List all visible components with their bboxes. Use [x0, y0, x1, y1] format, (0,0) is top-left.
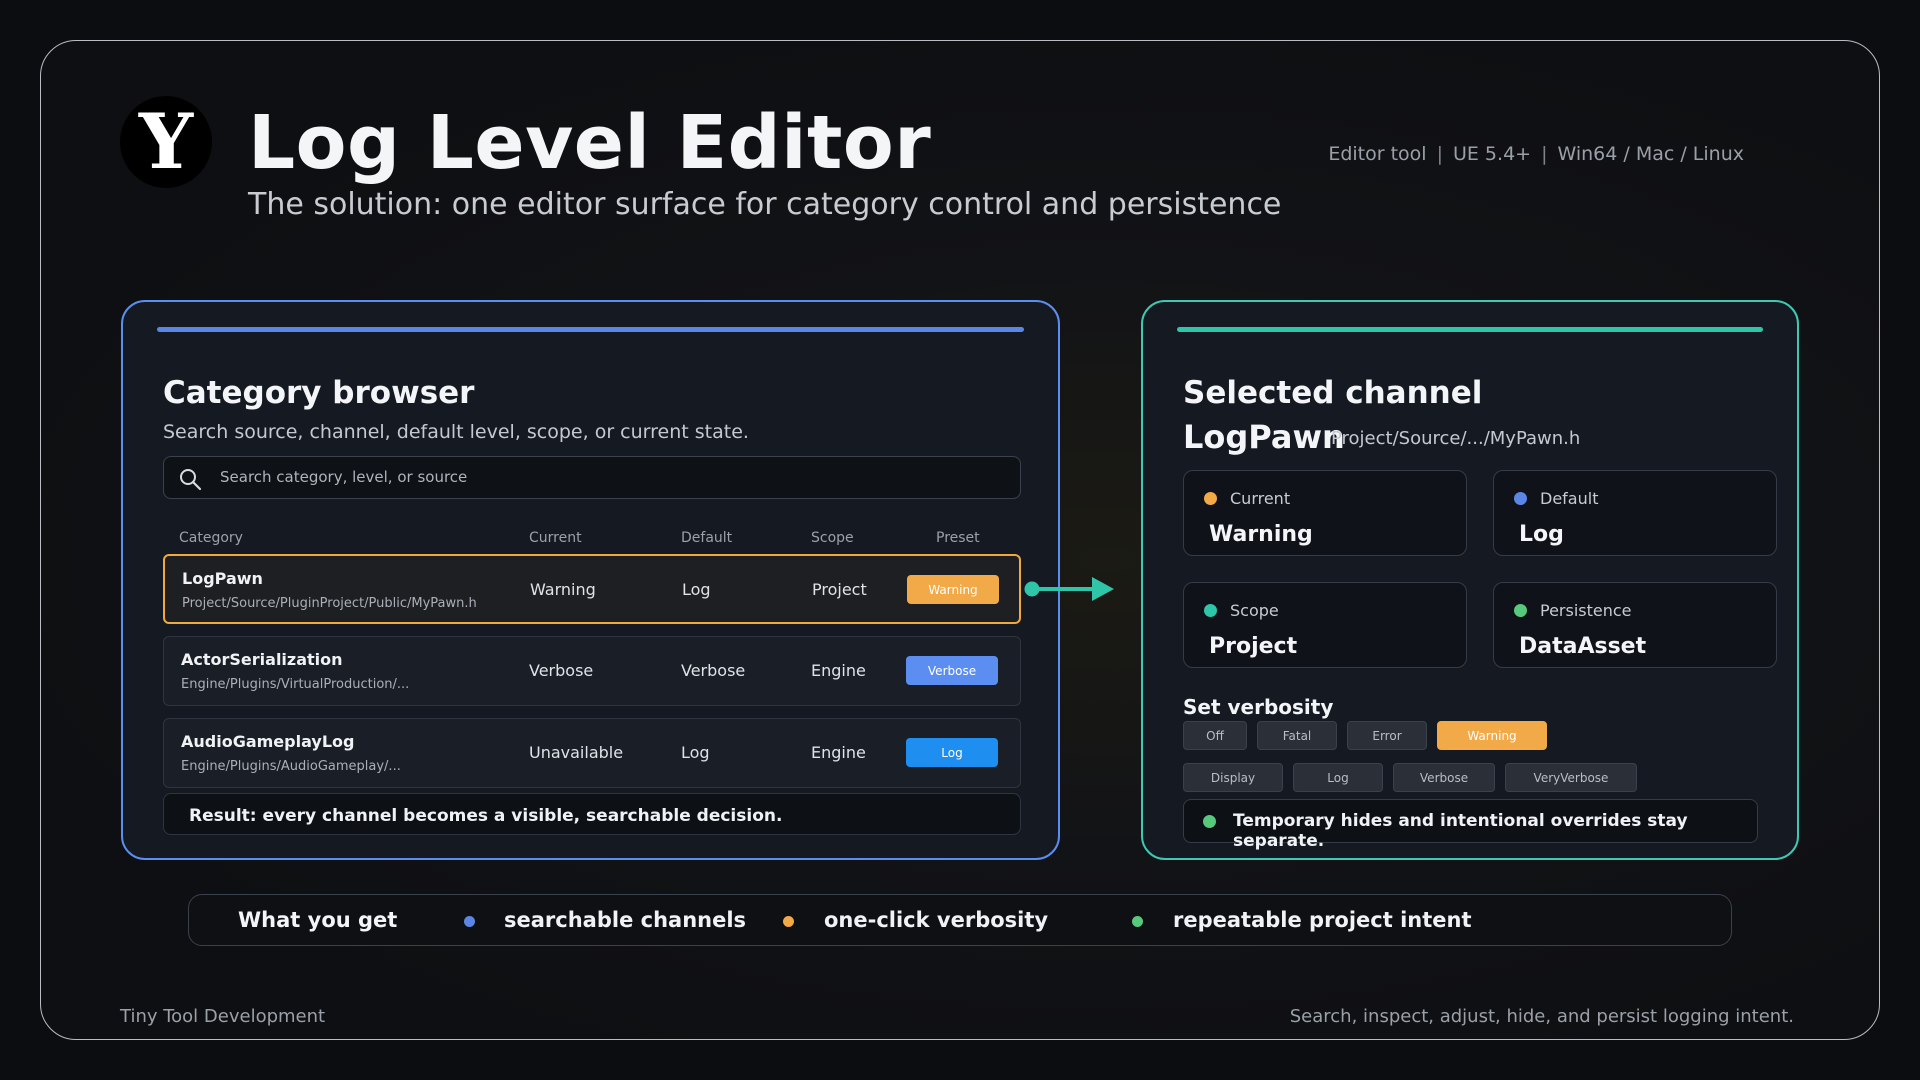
default-card: Default Log: [1493, 470, 1777, 556]
verbosity-warning-button[interactable]: Warning: [1437, 721, 1547, 750]
column-header-category: Category: [179, 530, 243, 546]
column-header-preset: Preset: [936, 530, 980, 546]
green-dot-icon: [1132, 916, 1143, 927]
logo: Y: [120, 96, 212, 188]
table-row[interactable]: LogPawn Project/Source/PluginProject/Pub…: [163, 554, 1021, 624]
search-icon: [180, 469, 202, 491]
current-card: Current Warning: [1183, 470, 1467, 556]
footer-left: Tiny Tool Development: [120, 1006, 326, 1027]
panel-accent-bar: [1177, 327, 1763, 332]
search-box[interactable]: [163, 456, 1021, 499]
table-row[interactable]: ActorSerialization Engine/Plugins/Virtua…: [163, 636, 1021, 706]
table-row[interactable]: AudioGameplayLog Engine/Plugins/AudioGam…: [163, 718, 1021, 788]
verbosity-display-button[interactable]: Display: [1183, 763, 1283, 792]
category-browser-title: Category browser: [163, 375, 475, 411]
current-level: Warning: [530, 580, 596, 599]
selected-channel-path: Project/Source/.../MyPawn.h: [1331, 428, 1581, 449]
current-level: Verbose: [529, 661, 594, 680]
set-verbosity-title: Set verbosity: [1183, 695, 1334, 719]
default-dot-icon: [1514, 492, 1527, 505]
page-title: Log Level Editor: [248, 100, 932, 186]
selected-channel-name: LogPawn: [1183, 418, 1345, 456]
card-value: DataAsset: [1519, 634, 1647, 659]
status-dot-icon: [1203, 815, 1216, 828]
verbosity-off-button[interactable]: Off: [1183, 721, 1247, 750]
panel-accent-bar: [157, 327, 1024, 332]
verbosity-error-button[interactable]: Error: [1347, 721, 1427, 750]
current-level: Unavailable: [529, 743, 624, 762]
selected-channel-title: Selected channel: [1183, 375, 1483, 411]
verbosity-fatal-button[interactable]: Fatal: [1257, 721, 1337, 750]
benefits-title: What you get: [238, 908, 398, 932]
meta-platforms: Win64 / Mac / Linux: [1557, 143, 1744, 165]
scope-card: Scope Project: [1183, 582, 1467, 668]
scope-dot-icon: [1204, 604, 1217, 617]
benefit-item: searchable channels: [504, 908, 747, 932]
page-subtitle: The solution: one editor surface for cat…: [248, 187, 1282, 222]
category-path: Engine/Plugins/VirtualProduction/...: [181, 677, 410, 692]
blue-dot-icon: [464, 916, 475, 927]
meta-engine-version: UE 5.4+: [1452, 143, 1532, 165]
column-header-current: Current: [529, 530, 582, 546]
current-dot-icon: [1204, 492, 1217, 505]
default-level: Log: [681, 743, 710, 762]
benefits-bar: What you get searchable channels one-cli…: [188, 894, 1732, 946]
header-meta: Editor tool | UE 5.4+ | Win64 / Mac / Linux: [1328, 143, 1744, 165]
card-value: Log: [1519, 522, 1564, 547]
arrow-right-icon: [1024, 577, 1114, 601]
separation-note: Temporary hides and intentional override…: [1183, 799, 1758, 851]
persistence-dot-icon: [1514, 604, 1527, 617]
scope-value: Engine: [811, 661, 866, 680]
verbosity-veryverbose-button[interactable]: VeryVerbose: [1505, 763, 1637, 792]
search-input[interactable]: [220, 457, 1000, 497]
card-label: Current: [1230, 489, 1291, 508]
category-name: LogPawn: [182, 569, 263, 588]
column-header-scope: Scope: [811, 530, 854, 546]
category-name: ActorSerialization: [181, 650, 343, 669]
category-path: Engine/Plugins/AudioGameplay/...: [181, 759, 401, 774]
card-label: Default: [1540, 489, 1599, 508]
category-browser-panel: Category browser Search source, channel,…: [121, 300, 1060, 860]
scope-value: Engine: [811, 743, 866, 762]
category-path: Project/Source/PluginProject/Public/MyPa…: [182, 596, 477, 611]
default-level: Verbose: [681, 661, 746, 680]
card-label: Scope: [1230, 601, 1279, 620]
result-banner: Result: every channel becomes a visible,…: [163, 793, 1021, 835]
footer-right: Search, inspect, adjust, hide, and persi…: [1289, 1006, 1794, 1027]
selected-channel-panel: Selected channel LogPawn Project/Source/…: [1141, 300, 1799, 860]
preset-button[interactable]: Verbose: [906, 656, 998, 685]
preset-button[interactable]: Warning: [907, 575, 999, 604]
category-browser-description: Search source, channel, default level, s…: [163, 421, 749, 443]
scope-value: Project: [812, 580, 867, 599]
category-name: AudioGameplayLog: [181, 732, 355, 751]
benefit-item: one-click verbosity: [824, 908, 1049, 932]
persistence-card: Persistence DataAsset: [1493, 582, 1777, 668]
default-level: Log: [682, 580, 711, 599]
meta-tool-type: Editor tool: [1328, 143, 1427, 165]
orange-dot-icon: [783, 916, 794, 927]
verbosity-verbose-button[interactable]: Verbose: [1393, 763, 1495, 792]
verbosity-log-button[interactable]: Log: [1293, 763, 1383, 792]
card-value: Warning: [1209, 522, 1313, 547]
card-value: Project: [1209, 634, 1298, 659]
note-text: Temporary hides and intentional override…: [1233, 811, 1688, 851]
preset-button[interactable]: Log: [906, 738, 998, 767]
column-header-default: Default: [681, 530, 733, 546]
benefit-item: repeatable project intent: [1173, 908, 1472, 932]
card-label: Persistence: [1540, 601, 1632, 620]
